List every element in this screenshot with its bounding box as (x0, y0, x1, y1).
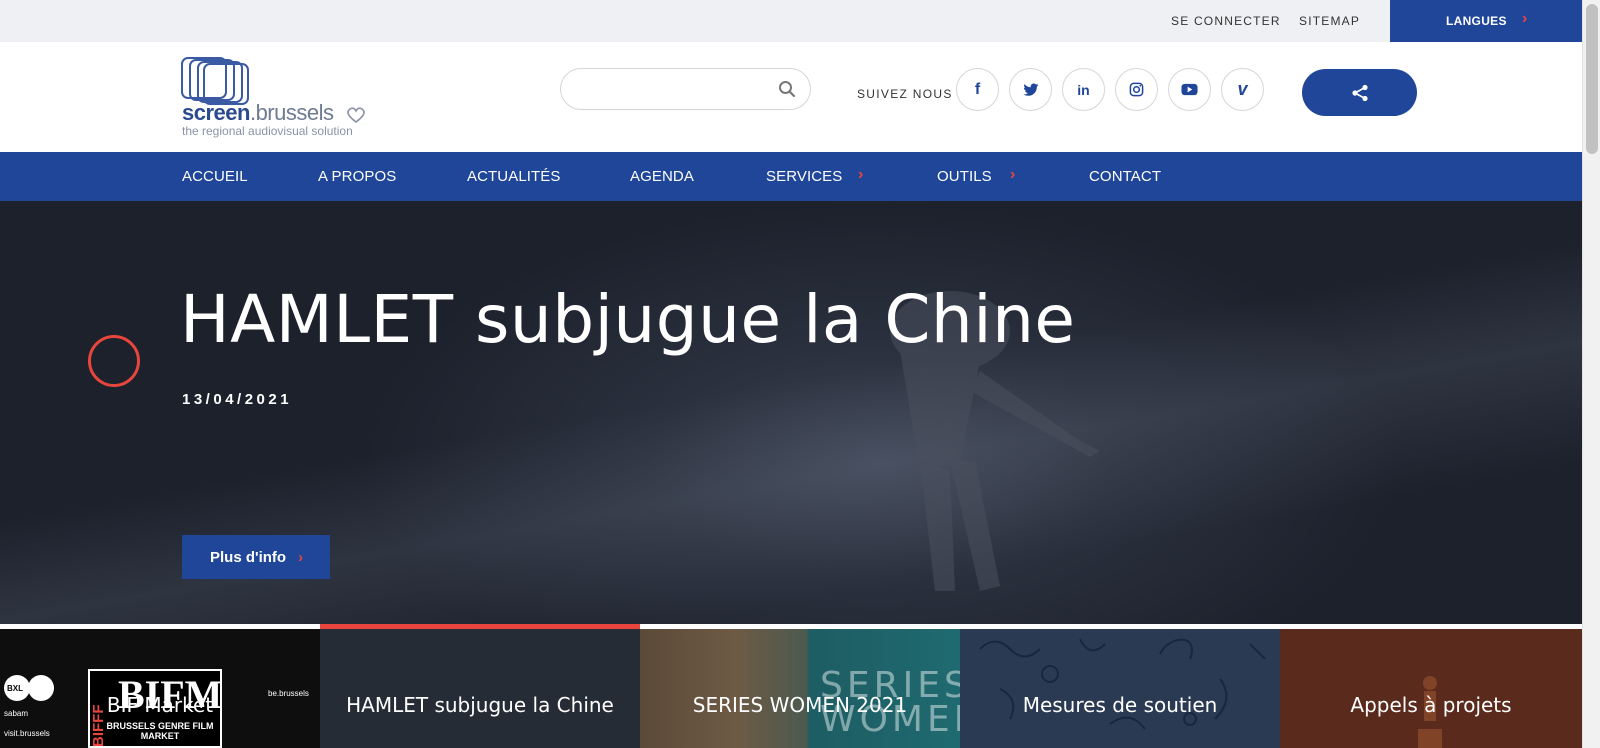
chevron-right-icon: › (298, 548, 304, 566)
screen-brussels-logo[interactable]: screen.brussels the regional audiovisual… (180, 56, 380, 142)
bifm-logo-subtitle: BRUSSELS GENRE FILM MARKET (106, 721, 214, 741)
page-scrollbar[interactable] (1582, 0, 1600, 748)
share-button[interactable] (1302, 69, 1417, 116)
chevron-right-icon[interactable]: › (858, 166, 863, 184)
vimeo-icon: v (1237, 79, 1248, 99)
more-info-label: Plus d'info (210, 548, 287, 566)
nav-item-a-propos[interactable]: A PROPOS (318, 168, 396, 185)
nav-item-contact[interactable]: CONTACT (1089, 168, 1161, 185)
youtube-button[interactable] (1168, 68, 1211, 111)
logo-tagline: the regional audiovisual solution (182, 124, 353, 138)
logo-wordmark: screen.brussels (182, 100, 334, 125)
languages-label: LANGUES (1446, 14, 1507, 28)
slider-tab-series-women[interactable]: SERIES WOMEN SERIES WOMEN 2021 (640, 629, 960, 748)
vimeo-button[interactable]: v (1221, 68, 1264, 111)
scrollbar-thumb[interactable] (1586, 4, 1598, 154)
follow-us-label: SUIVEZ NOUS (857, 87, 953, 101)
slider-tab-bif-market[interactable]: BXL sabam visit.brussels BIFM BRUSSELS G… (0, 629, 320, 748)
handwriting-pattern (979, 638, 1266, 730)
linkedin-icon: in (1077, 81, 1090, 98)
hero-date: 13/04/2021 (182, 391, 293, 408)
slider-tab-appels-a-projets[interactable]: Appels à projets (1280, 629, 1582, 748)
youtube-icon (1181, 83, 1198, 96)
top-utility-bar: SE CONNECTER SITEMAP LANGUES › (0, 0, 1582, 42)
chevron-right-icon[interactable]: › (1010, 166, 1015, 184)
slider-tabs: BXL sabam visit.brussels BIFM BRUSSELS G… (0, 629, 1582, 748)
main-navigation: ACCUEIL A PROPOS ACTUALITÉS AGENDA SERVI… (0, 152, 1582, 201)
slider-play-indicator[interactable] (88, 335, 140, 387)
search-input[interactable] (577, 78, 767, 100)
search-box (560, 68, 811, 110)
heart-cloud-icon (347, 107, 365, 124)
hero-slide: HAMLET subjugue la Chine 13/04/2021 Plus… (0, 201, 1582, 624)
slider-tab-label: HAMLET subjugue la Chine (346, 693, 614, 717)
hero-title: HAMLET subjugue la Chine (180, 281, 1076, 358)
slider-tab-label: Appels à projets (1350, 693, 1512, 717)
bxl-label: BXL (7, 684, 23, 693)
chevron-right-icon: › (1522, 10, 1528, 27)
facebook-button[interactable]: f (956, 68, 999, 111)
slider-tab-hamlet[interactable]: HAMLET subjugue la Chine (320, 629, 640, 748)
nav-item-actualites[interactable]: ACTUALITÉS (467, 168, 561, 185)
nav-item-services[interactable]: SERVICES (766, 168, 842, 185)
linkedin-button[interactable]: in (1062, 68, 1105, 111)
nav-item-outils[interactable]: OUTILS (937, 168, 992, 185)
nav-item-accueil[interactable]: ACCUEIL (182, 168, 248, 185)
logo-film-icon (181, 57, 249, 105)
instagram-button[interactable] (1115, 68, 1158, 111)
slider-tab-label: BIF Market (106, 693, 214, 717)
slider-tab-label: SERIES WOMEN 2021 (692, 693, 908, 717)
instagram-icon (1129, 82, 1144, 97)
twitter-icon (1022, 83, 1038, 96)
login-link[interactable]: SE CONNECTER (1171, 14, 1281, 28)
visit-brussels-label: visit.brussels (4, 729, 50, 738)
sitemap-link[interactable]: SITEMAP (1299, 14, 1360, 28)
search-icon[interactable] (778, 80, 796, 98)
slider-tab-mesures-de-soutien[interactable]: Mesures de soutien (960, 629, 1280, 748)
languages-button[interactable]: LANGUES › (1390, 0, 1582, 42)
facebook-icon: f (974, 80, 981, 98)
twitter-button[interactable] (1009, 68, 1052, 111)
site-header: screen.brussels the regional audiovisual… (0, 42, 1582, 152)
more-info-button[interactable]: Plus d'info › (182, 535, 330, 579)
slider-tab-label: Mesures de soutien (1022, 693, 1218, 717)
nav-item-agenda[interactable]: AGENDA (630, 168, 694, 185)
share-icon (1351, 84, 1368, 101)
